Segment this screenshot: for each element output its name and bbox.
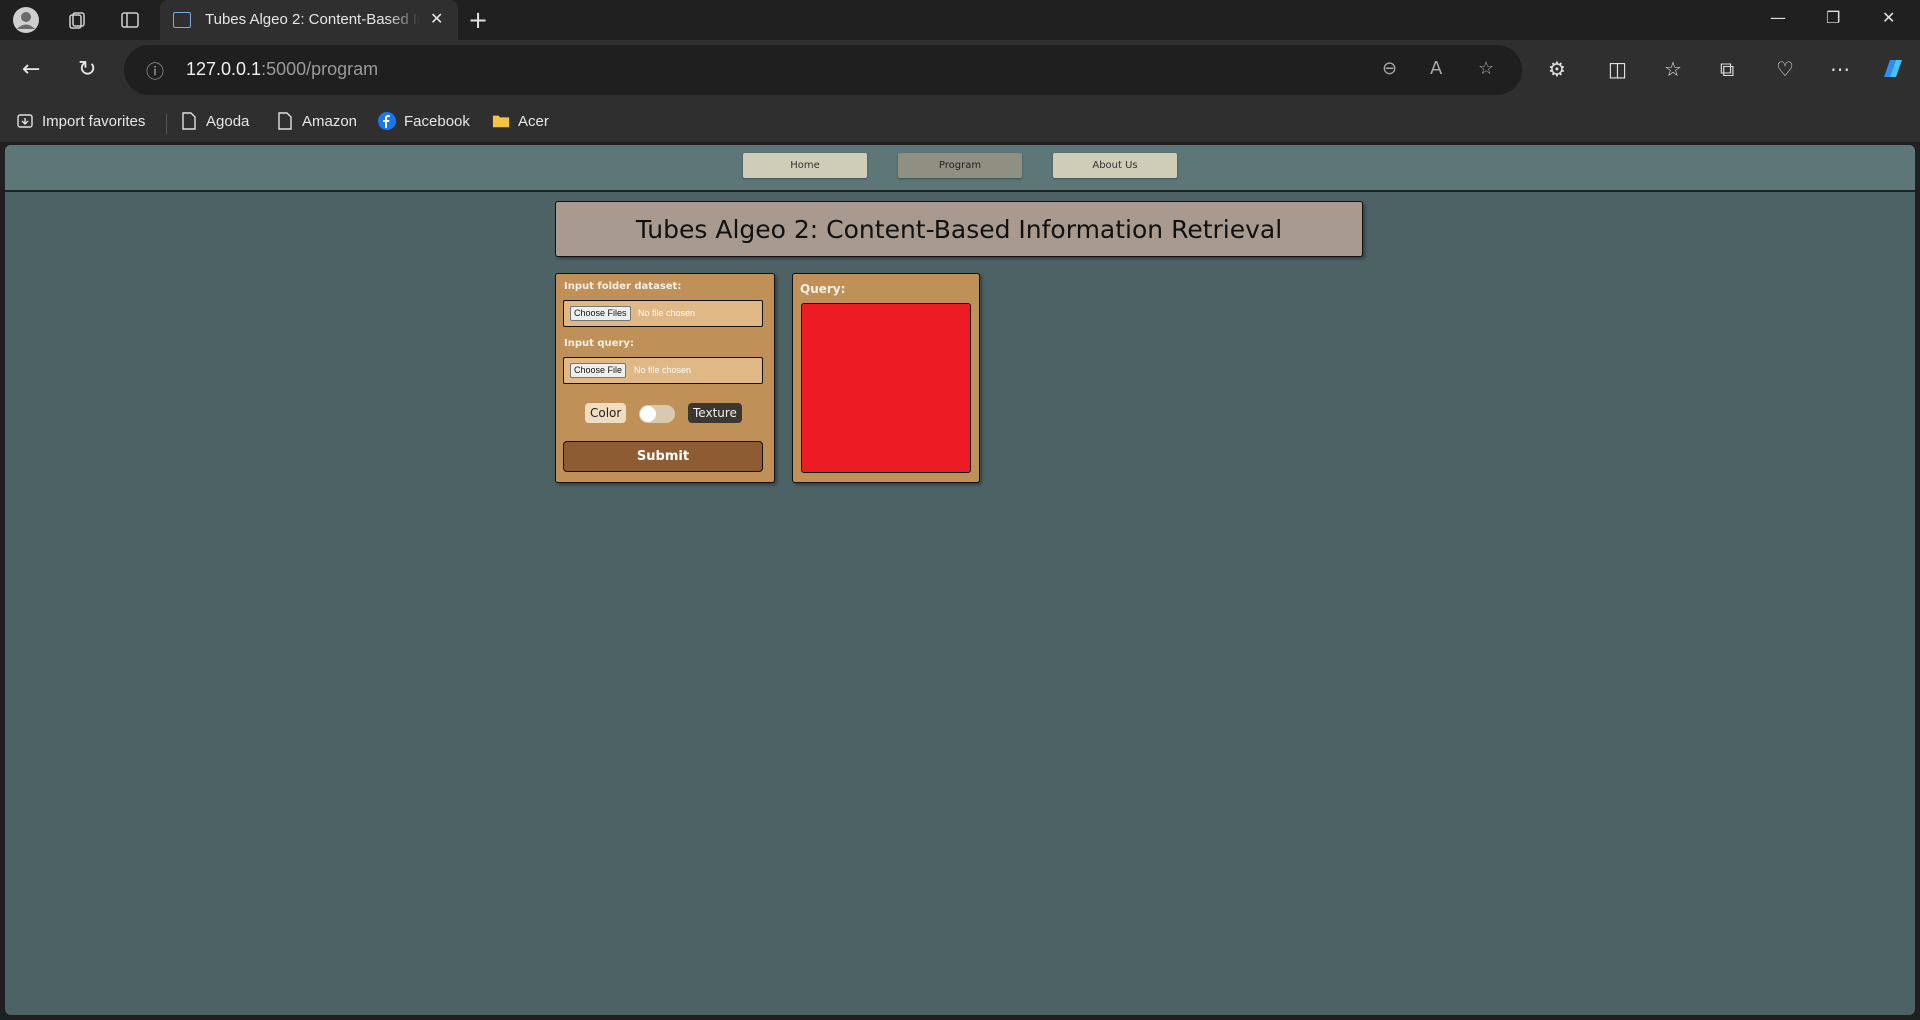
site-navbar: Home Program About Us xyxy=(5,145,1915,192)
facebook-icon xyxy=(378,112,396,130)
nav-about-button[interactable]: About Us xyxy=(1053,153,1177,178)
tab-actions-icon[interactable] xyxy=(116,6,144,34)
query-file-status: No file chosen xyxy=(634,365,692,375)
dataset-file-input[interactable]: Choose Files No file chosen xyxy=(563,300,763,327)
extensions-icon[interactable]: ⚙ xyxy=(1548,57,1566,81)
tab-title: Tubes Algeo 2: Content-Based Information… xyxy=(205,11,420,28)
nav-home-button[interactable]: Home xyxy=(743,153,867,178)
navigation-bar: ← ↻ ⓘ 127.0.0.1:5000/program ⊖ A ☆ ⚙ ◫ ☆… xyxy=(0,40,1920,102)
more-options-icon[interactable]: ⋯ xyxy=(1830,57,1850,81)
restore-icon[interactable]: ❐ xyxy=(1826,8,1840,27)
read-aloud-icon[interactable]: A xyxy=(1430,58,1442,79)
bookmark-facebook[interactable]: Facebook xyxy=(378,112,470,130)
query-input-label: Input query: xyxy=(564,338,634,349)
bookmark-agoda[interactable]: Agoda xyxy=(180,112,249,130)
dataset-file-status: No file chosen xyxy=(638,308,696,318)
address-bar[interactable]: ⓘ 127.0.0.1:5000/program ⊖ A ☆ xyxy=(124,45,1522,95)
toggle-knob xyxy=(640,406,656,422)
page-icon xyxy=(180,112,198,130)
site-info-icon[interactable]: ⓘ xyxy=(146,58,164,84)
page-icon xyxy=(276,112,294,130)
active-tab[interactable]: Tubes Algeo 2: Content-Based Information… xyxy=(160,0,458,40)
query-panel: Query: xyxy=(792,273,980,483)
split-screen-icon[interactable]: ◫ xyxy=(1608,57,1627,81)
texture-option-label[interactable]: Texture xyxy=(688,403,742,423)
url-text[interactable]: 127.0.0.1:5000/program xyxy=(186,59,378,80)
query-file-input[interactable]: Choose File No file chosen xyxy=(563,357,763,384)
workspaces-icon[interactable] xyxy=(63,6,91,34)
close-window-icon[interactable]: ✕ xyxy=(1882,8,1895,27)
favorite-star-icon[interactable]: ☆ xyxy=(1478,58,1494,79)
web-content: Home Program About Us Tubes Algeo 2: Con… xyxy=(5,145,1915,1015)
minimize-icon[interactable]: — xyxy=(1770,8,1786,27)
dataset-label: Input folder dataset: xyxy=(564,281,682,292)
bookmark-label: Acer xyxy=(518,112,549,130)
bookmark-label: Amazon xyxy=(302,112,358,130)
new-tab-icon[interactable]: + xyxy=(468,6,488,34)
color-option-label[interactable]: Color xyxy=(585,403,627,423)
input-panel: Input folder dataset: Choose Files No fi… xyxy=(555,273,775,483)
choose-files-button[interactable]: Choose Files xyxy=(570,306,631,321)
page-favicon-icon xyxy=(173,12,191,28)
favorites-icon[interactable]: ☆ xyxy=(1664,57,1682,81)
bookmarks-bar: Import favorites Agoda Amazon Facebook A… xyxy=(0,102,1920,142)
submit-button[interactable]: Submit xyxy=(563,441,763,472)
close-tab-icon[interactable]: ✕ xyxy=(430,9,443,28)
bookmark-label: Agoda xyxy=(206,112,250,130)
collections-icon[interactable]: ⧉ xyxy=(1720,57,1734,81)
bookmark-amazon[interactable]: Amazon xyxy=(276,112,357,130)
copilot-icon[interactable] xyxy=(1880,57,1906,86)
bookmark-label: Import favorites xyxy=(42,112,146,130)
query-panel-label: Query: xyxy=(800,282,846,296)
profile-icon[interactable] xyxy=(12,6,40,34)
browser-essentials-icon[interactable]: ♡ xyxy=(1776,57,1794,81)
nav-program-button[interactable]: Program xyxy=(898,153,1022,178)
import-icon xyxy=(16,112,34,130)
page-title: Tubes Algeo 2: Content-Based Information… xyxy=(635,214,1283,244)
bookmark-import-favorites[interactable]: Import favorites xyxy=(16,112,145,130)
bookmarks-separator xyxy=(166,114,167,134)
url-host: 127.0.0.1 xyxy=(186,59,262,79)
url-path: :5000/program xyxy=(261,59,379,79)
zoom-out-icon[interactable]: ⊖ xyxy=(1382,58,1397,79)
query-image-preview xyxy=(801,303,971,473)
back-icon[interactable]: ← xyxy=(22,57,40,82)
color-texture-toggle[interactable] xyxy=(639,405,675,423)
page-header: Tubes Algeo 2: Content-Based Information… xyxy=(555,201,1363,257)
bookmark-label: Facebook xyxy=(404,112,470,130)
refresh-icon[interactable]: ↻ xyxy=(78,57,96,82)
folder-icon xyxy=(492,112,510,130)
bookmark-acer[interactable]: Acer xyxy=(492,112,549,130)
title-bar: Tubes Algeo 2: Content-Based Information… xyxy=(0,0,1920,40)
choose-file-button[interactable]: Choose File xyxy=(570,363,627,378)
